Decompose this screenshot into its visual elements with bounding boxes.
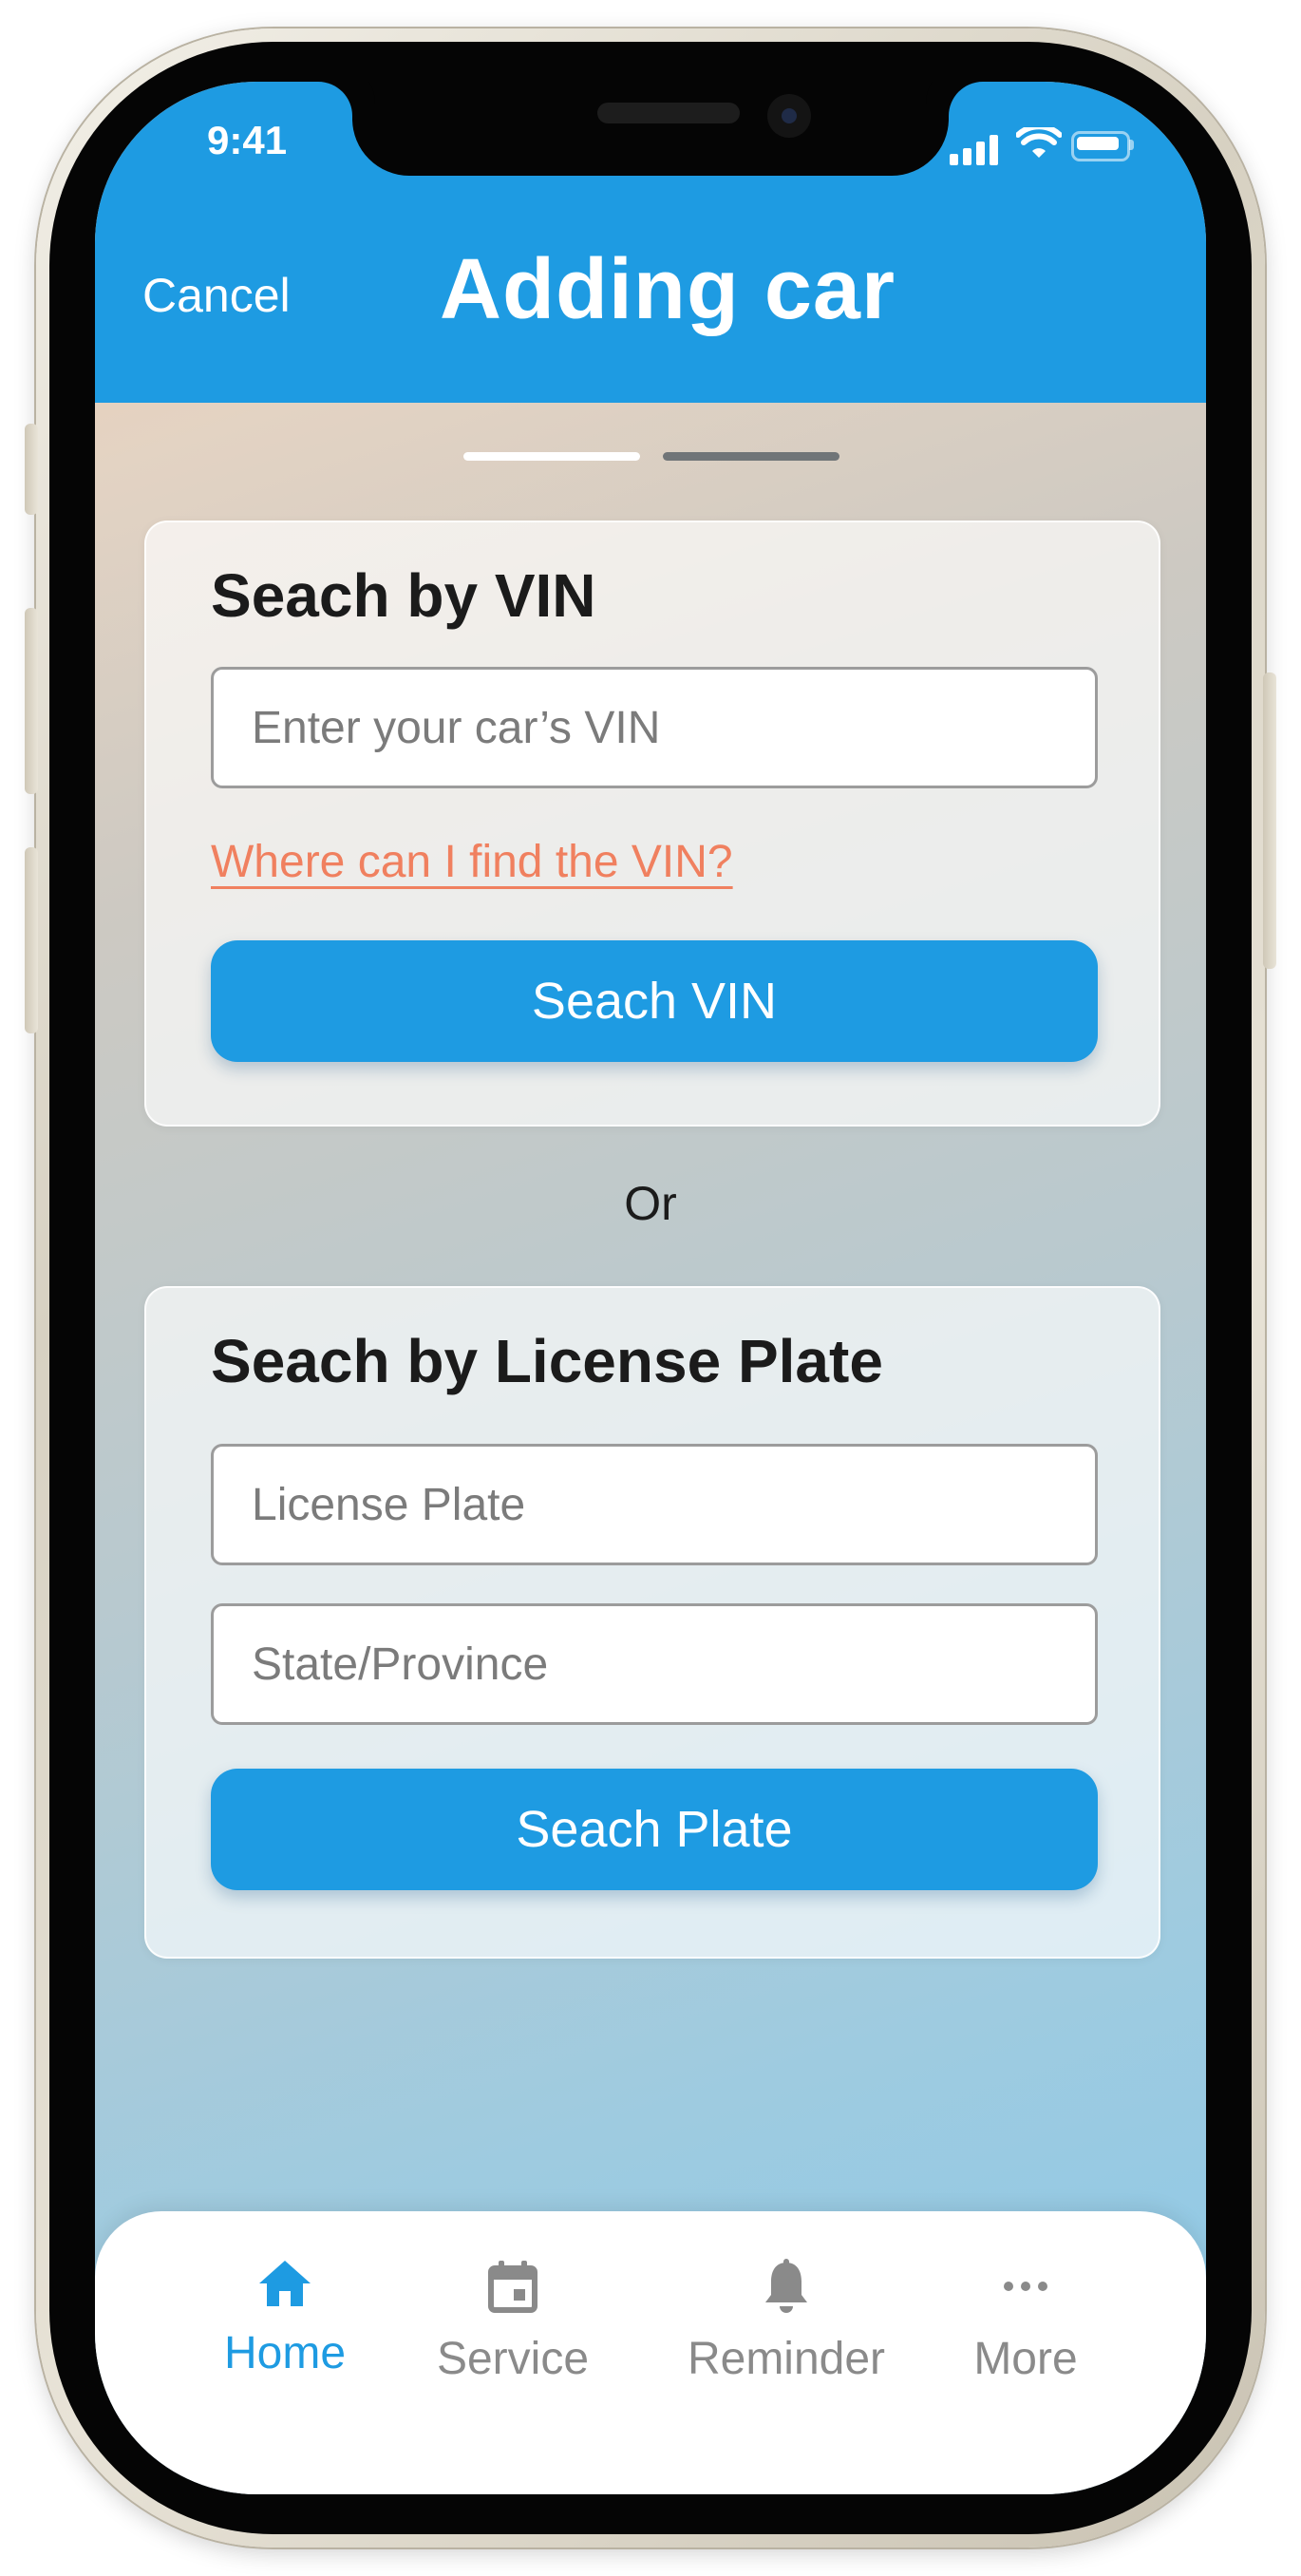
vin-help-link[interactable]: Where can I find the VIN?: [211, 836, 733, 888]
volume-down-button: [25, 847, 38, 1033]
mute-switch: [25, 424, 38, 515]
tab-reminder-label: Reminder: [687, 2334, 886, 2384]
search-vin-button[interactable]: Seach VIN: [211, 940, 1098, 1062]
tab-reminder[interactable]: Reminder: [663, 2259, 910, 2385]
state-province-input[interactable]: [211, 1603, 1098, 1725]
battery-icon: [1071, 131, 1130, 161]
pager-indicator-1: [463, 452, 640, 461]
vin-search-card: Seach by VIN Where can I find the VIN? S…: [144, 521, 1160, 1127]
bell-icon: [765, 2259, 807, 2313]
wifi-icon: [1016, 127, 1062, 158]
status-time: 9:41: [207, 118, 288, 162]
tab-service[interactable]: Service: [408, 2259, 617, 2385]
tab-more[interactable]: More: [940, 2259, 1111, 2385]
device-notch: [352, 82, 949, 176]
front-camera: [767, 94, 811, 138]
tab-home-label: Home: [223, 2328, 347, 2378]
power-button: [1263, 672, 1276, 969]
plate-search-card: Seach by License Plate Seach Plate: [144, 1286, 1160, 1959]
page-title: Adding car: [439, 242, 896, 337]
calendar-icon: [488, 2261, 537, 2313]
license-plate-input[interactable]: [211, 1444, 1098, 1565]
tab-bar: Home Service Reminder More: [95, 2211, 1206, 2494]
status-icons: [950, 127, 1140, 165]
pager-indicator-2: [663, 452, 839, 461]
tab-service-label: Service: [436, 2334, 590, 2384]
more-dots-icon: [1004, 2282, 1047, 2291]
or-separator: Or: [624, 1177, 677, 1230]
vin-section-title: Seach by VIN: [211, 561, 596, 630]
speaker-grille: [597, 103, 740, 123]
vin-input[interactable]: [211, 667, 1098, 788]
tab-more-label: More: [973, 2334, 1078, 2384]
nav-header: 9:41 Cancel Adding car: [95, 82, 1206, 403]
plate-section-title: Seach by License Plate: [211, 1327, 883, 1395]
app-screen: 9:41 Cancel Adding car Seach by VIN Wher…: [95, 82, 1206, 2494]
tab-home[interactable]: Home: [190, 2259, 380, 2379]
search-plate-button[interactable]: Seach Plate: [211, 1769, 1098, 1890]
home-icon: [259, 2261, 311, 2306]
volume-up-button: [25, 608, 38, 794]
